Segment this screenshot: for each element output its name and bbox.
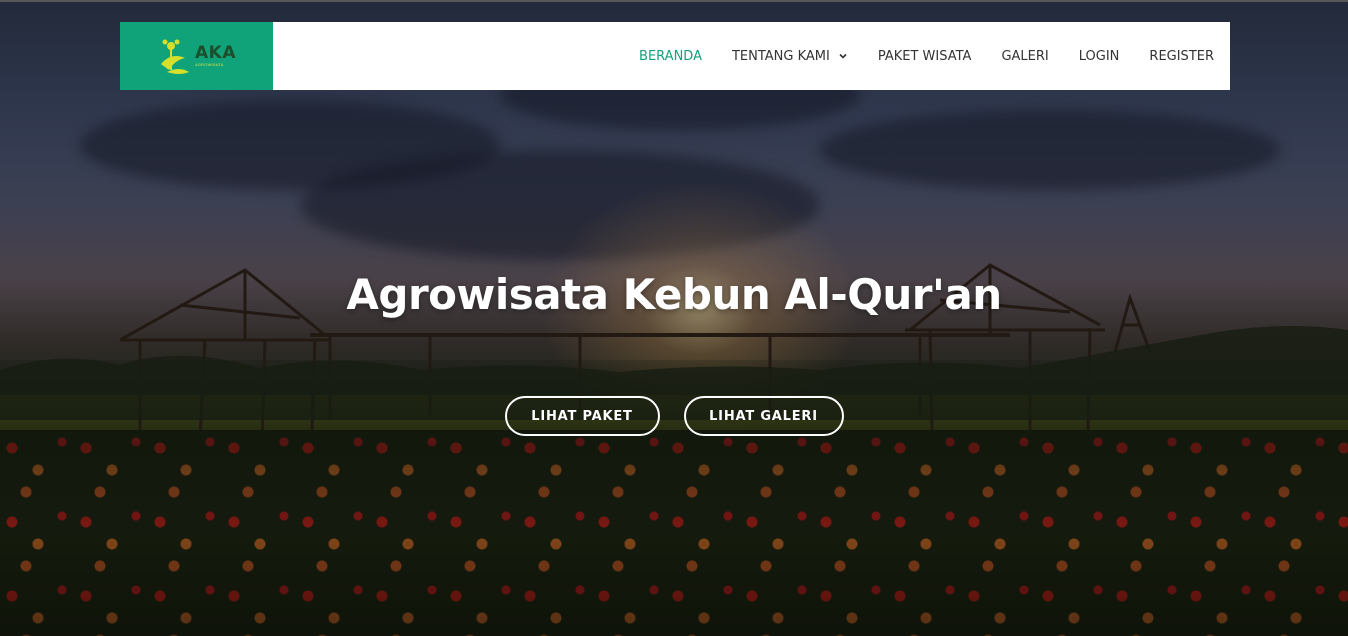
nav-item-label: PAKET WISATA (877, 48, 972, 64)
nav-item-galeri[interactable]: GALERI (1001, 49, 1048, 64)
nav-item-tentang-kami[interactable]: TENTANG KAMI (732, 49, 848, 64)
logo-mark: AKA AGROWISATA (157, 36, 236, 76)
nav-item-label: REGISTER (1149, 48, 1214, 64)
nav-item-label: LOGIN (1078, 48, 1120, 64)
leaf-flower-icon (161, 39, 189, 74)
logo-subtitle: AGROWISATA (195, 62, 224, 67)
lihat-paket-button[interactable]: LIHAT PAKET (504, 396, 660, 436)
hero-title: Agrowisata Kebun Al-Qur'an (346, 270, 1002, 319)
nav-item-label: TENTANG KAMI (731, 48, 830, 64)
chevron-down-icon (839, 53, 847, 59)
logo-title: AKA (195, 43, 236, 63)
nav-item-beranda[interactable]: BERANDA (639, 49, 702, 64)
hero-section: AKA AGROWISATA BERANDA TENTANG KAMI PAKE… (0, 0, 1348, 636)
nav-item-login[interactable]: LOGIN (1079, 49, 1120, 64)
logo[interactable]: AKA AGROWISATA (120, 22, 273, 90)
nav-item-label: BERANDA (639, 48, 702, 64)
nav-item-label: GALERI (1001, 48, 1049, 64)
nav-menu: BERANDA TENTANG KAMI PAKET WISATA GALERI… (609, 22, 1230, 90)
hero-buttons: LIHAT PAKET LIHAT GALERI (0, 396, 1348, 436)
lihat-galeri-button[interactable]: LIHAT GALERI (683, 396, 844, 436)
nav-item-paket-wisata[interactable]: PAKET WISATA (878, 49, 972, 64)
nav-item-register[interactable]: REGISTER (1149, 49, 1214, 64)
navbar: AKA AGROWISATA BERANDA TENTANG KAMI PAKE… (120, 22, 1230, 90)
